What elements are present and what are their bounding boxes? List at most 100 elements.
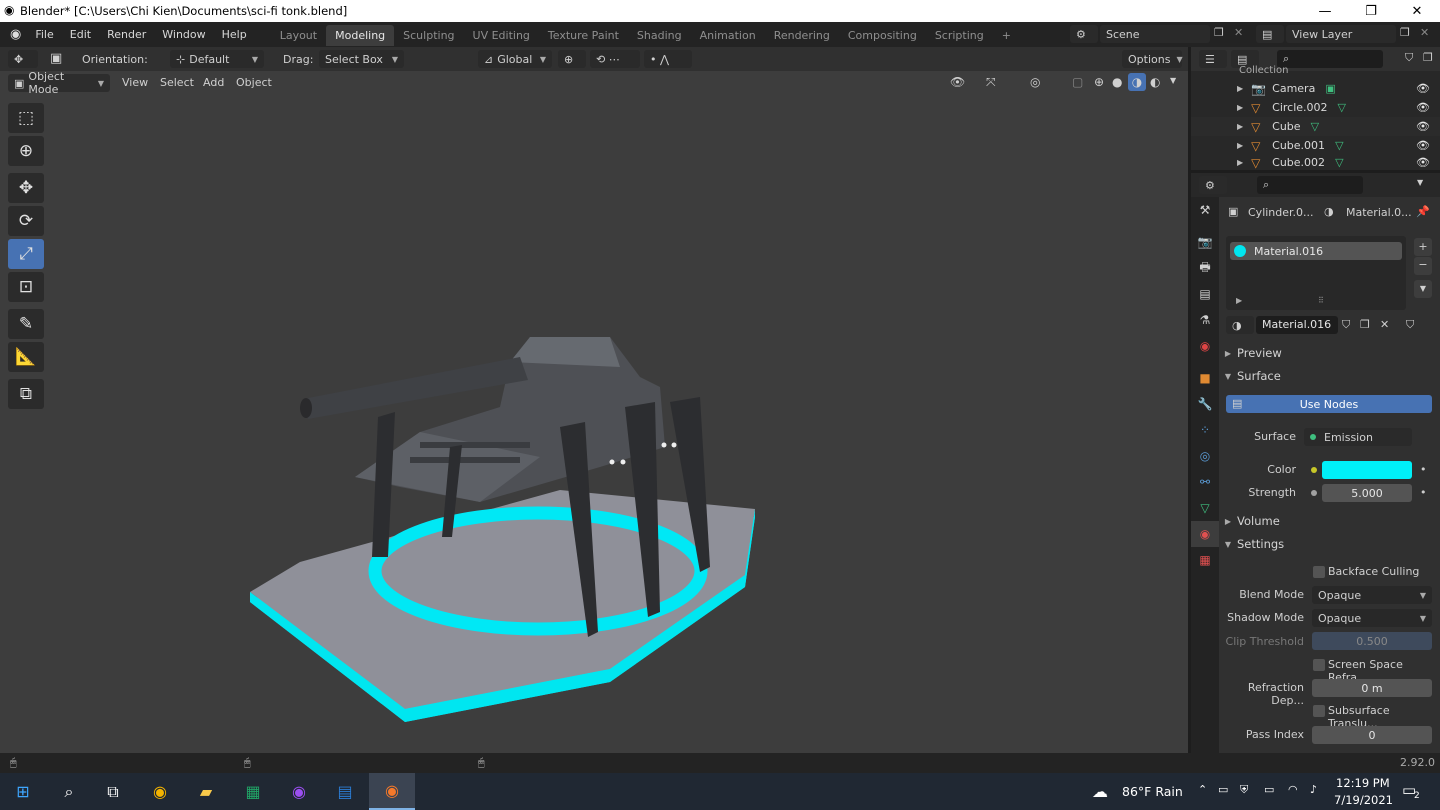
material-name-field[interactable]: Material.016	[1256, 316, 1338, 334]
render-tab-icon[interactable]: 📷	[1191, 229, 1219, 255]
duplicate-material-icon[interactable]: ❐	[1360, 318, 1370, 331]
material-slot-item[interactable]: Material.016	[1230, 242, 1402, 260]
tab-texture-paint[interactable]: Texture Paint	[539, 25, 628, 46]
clock-time[interactable]: 12:19 PM	[1336, 776, 1390, 790]
blend-mode-dropdown[interactable]: Opaque ▼	[1312, 586, 1432, 604]
eye-icon[interactable]: 👁	[1416, 120, 1430, 133]
device-icon[interactable]: ▭	[1218, 783, 1228, 796]
view-layer-selector-button[interactable]: ▤	[1256, 25, 1284, 43]
transform-orientation-dropdown[interactable]: ⊿ Global ▼	[478, 50, 552, 68]
tab-sculpting[interactable]: Sculpting	[394, 25, 463, 46]
wireframe-shading-icon[interactable]: ⊕	[1094, 75, 1104, 89]
outliner-row-cube[interactable]: ▶ ▽ Cube ▽ 👁	[1191, 117, 1440, 136]
properties-options-chevron-icon[interactable]: ▼	[1417, 178, 1423, 187]
maximize-button[interactable]: ❐	[1348, 0, 1394, 22]
object-tab-icon[interactable]: ■	[1191, 365, 1219, 391]
eye-icon[interactable]: 👁	[1416, 101, 1430, 114]
view-layer-field[interactable]: View Layer	[1286, 25, 1396, 43]
scene-selector-button[interactable]: ⚙	[1070, 25, 1098, 43]
solid-shading-icon[interactable]: ●	[1112, 75, 1122, 89]
view-layer-tab-icon[interactable]: ▤	[1191, 281, 1219, 307]
annotate-tool-icon[interactable]: ✎	[8, 309, 44, 339]
weather-text[interactable]: 86°F Rain	[1122, 784, 1183, 799]
properties-search-input[interactable]: ⌕	[1257, 176, 1363, 194]
delete-scene-icon[interactable]: ✕	[1234, 26, 1243, 39]
view-menu[interactable]: View	[122, 76, 148, 89]
overlay-toggle-icon[interactable]: ◎	[1030, 75, 1040, 89]
browse-material-button[interactable]: ◑	[1226, 316, 1254, 334]
editor-type-button[interactable]: ✥	[8, 50, 38, 68]
material-preview-shading-icon[interactable]: ◑	[1128, 73, 1146, 91]
remove-slot-button[interactable]: −	[1414, 257, 1432, 275]
add-menu[interactable]: Add	[203, 76, 224, 89]
screen-space-refraction-checkbox[interactable]	[1313, 659, 1325, 671]
excel-icon[interactable]: ▦	[230, 773, 276, 810]
measure-tool-icon[interactable]: 📐	[8, 342, 44, 372]
scale-tool-icon[interactable]: ⤢	[8, 239, 44, 269]
particles-tab-icon[interactable]: ⁘	[1191, 417, 1219, 443]
eye-icon[interactable]: 👁	[1416, 156, 1430, 169]
unlink-material-icon[interactable]: ✕	[1380, 318, 1389, 331]
color-swatch[interactable]	[1322, 461, 1412, 479]
physics-tab-icon[interactable]: ◎	[1191, 443, 1219, 469]
filter-icon[interactable]: ⛉	[1405, 51, 1413, 65]
select-box-tool-icon[interactable]: ⬚	[8, 103, 44, 133]
resize-handle-icon[interactable]: ⠿	[1318, 296, 1324, 305]
xray-toggle-icon[interactable]: ▢	[1072, 75, 1083, 89]
mode-dropdown[interactable]: ▣ Object Mode ▼	[8, 70, 110, 96]
rotate-tool-icon[interactable]: ⟳	[8, 206, 44, 236]
menu-render[interactable]: Render	[99, 28, 154, 41]
scene-field[interactable]: Scene	[1100, 25, 1210, 43]
word-icon[interactable]: ▤	[322, 773, 368, 810]
task-view-icon[interactable]: ⧉	[90, 773, 136, 810]
add-slot-button[interactable]: +	[1414, 238, 1432, 256]
modifier-tab-icon[interactable]: 🔧	[1191, 391, 1219, 417]
volume-section-header[interactable]: ▶ Volume	[1219, 510, 1440, 532]
windows-start-icon[interactable]: ⊞	[0, 773, 46, 810]
outliner-row-cube-002[interactable]: ▶ ▽ Cube.002 ▽ 👁	[1191, 155, 1440, 170]
minimize-button[interactable]: —	[1302, 0, 1348, 22]
select-mode-icon[interactable]: ▣	[50, 51, 62, 66]
proportional-editing-button[interactable]: • ⋀	[644, 50, 692, 68]
wifi-icon[interactable]: ◠	[1288, 783, 1298, 796]
add-cube-tool-icon[interactable]: ⧉	[8, 379, 44, 409]
menu-window[interactable]: Window	[154, 28, 213, 41]
weather-icon[interactable]: ☁	[1092, 782, 1108, 801]
eye-icon[interactable]: 👁	[1416, 139, 1430, 152]
drag-dropdown[interactable]: Select Box ▼	[319, 50, 404, 68]
menu-edit[interactable]: Edit	[62, 28, 99, 41]
use-nodes-button[interactable]: ▤ Use Nodes	[1226, 395, 1432, 413]
preview-section-header[interactable]: ▶ Preview	[1219, 342, 1440, 364]
visibility-toggle-icon[interactable]: 👁	[950, 75, 965, 89]
surface-shader-field[interactable]: Emission	[1304, 428, 1412, 446]
scene-tab-icon[interactable]: ⚗	[1191, 307, 1219, 333]
tab-animation[interactable]: Animation	[691, 25, 765, 46]
constraints-tab-icon[interactable]: ⚯	[1191, 469, 1219, 495]
outliner-row-circle-002[interactable]: ▶ ▽ Circle.002 ▽ 👁	[1191, 98, 1440, 117]
close-button[interactable]: ✕	[1394, 0, 1440, 22]
backface-culling-checkbox[interactable]	[1313, 566, 1325, 578]
new-view-layer-icon[interactable]: ❐	[1400, 26, 1410, 39]
blender-taskbar-icon[interactable]: ◉	[369, 773, 415, 810]
shading-options-chevron-icon[interactable]: ▼	[1170, 76, 1176, 85]
tab-layout[interactable]: Layout	[271, 25, 326, 46]
subsurface-translucency-checkbox[interactable]	[1313, 705, 1325, 717]
outliner-row-camera[interactable]: ▶ 📷 Camera ▣ 👁	[1191, 79, 1440, 98]
blender-menu-icon[interactable]: ◉	[10, 27, 21, 42]
select-menu[interactable]: Select	[160, 76, 194, 89]
add-workspace-button[interactable]: +	[993, 25, 1020, 46]
pin-icon[interactable]: 📌	[1416, 205, 1430, 218]
rendered-shading-icon[interactable]: ◐	[1150, 75, 1160, 89]
podcast-app-icon[interactable]: ◉	[276, 773, 322, 810]
3d-viewport[interactable]	[0, 47, 1188, 753]
tab-rendering[interactable]: Rendering	[765, 25, 839, 46]
data-tab-icon[interactable]: ▽	[1191, 495, 1219, 521]
pivot-point-button[interactable]: ⊕	[558, 50, 586, 68]
strength-field[interactable]: 5.000	[1322, 484, 1412, 502]
tab-modeling[interactable]: Modeling	[326, 25, 395, 46]
surface-section-header[interactable]: ▼ Surface	[1219, 365, 1440, 387]
chrome-icon[interactable]: ◉	[137, 773, 183, 810]
security-icon[interactable]: ⛨	[1240, 783, 1248, 797]
material-tab-icon[interactable]: ◉	[1191, 521, 1219, 547]
move-tool-icon[interactable]: ✥	[8, 173, 44, 203]
